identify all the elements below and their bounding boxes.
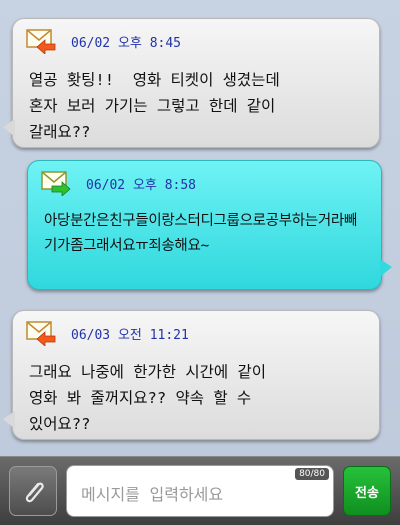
paperclip-icon — [25, 482, 44, 503]
message-text: 열공 홧팅!! 영화 티켓이 생겼는데 혼자 보러 가기는 그렇고 한데 같이 … — [29, 71, 280, 141]
message-text: 그래요 나중에 한가한 시간에 같이 영화 봐 줄꺼지요?? 약속 할 수 있어… — [29, 363, 266, 433]
message-meta: 06/02 오후 8:58 — [40, 171, 197, 196]
message-input[interactable]: 메시지를 입력하세요 80/80 — [66, 465, 334, 517]
message-time: 06/02 오후 8:45 — [71, 35, 182, 51]
message-composer: 메시지를 입력하세요 80/80 전송 — [0, 456, 400, 525]
message-time: 06/02 오후 8:58 — [86, 177, 197, 193]
received-message-bubble[interactable]: 06/03 오전 11:21 그래요 나중에 한가한 시간에 같이 영화 봐 줄… — [3, 310, 380, 440]
message-text: 아당분간은친구들이랑스터디그룹으로공부하는거라빼기가좀그래서요ㅠ죄송해요~ — [44, 213, 357, 254]
envelope-arrow-left-icon — [26, 29, 56, 54]
message-meta: 06/02 오후 8:45 — [25, 29, 182, 54]
message-time: 06/03 오전 11:21 — [71, 327, 189, 343]
sent-message-bubble[interactable]: 06/02 오후 8:58 아당분간은친구들이랑스터디그룹으로공부하는거라빼기가… — [27, 160, 392, 290]
message-meta: 06/03 오전 11:21 — [25, 321, 189, 346]
envelope-arrow-right-icon — [41, 171, 71, 196]
envelope-arrow-left-icon — [26, 321, 56, 346]
message-thread[interactable]: 06/02 오후 8:45 열공 홧팅!! 영화 티켓이 생겼는데 혼자 보러 … — [0, 0, 400, 456]
attach-button[interactable] — [9, 466, 57, 516]
send-button[interactable]: 전송 — [343, 466, 391, 516]
bubble-tail — [380, 259, 392, 277]
bubble-tail — [3, 411, 15, 429]
bubble-tail — [3, 119, 15, 137]
message-input-placeholder: 메시지를 입력하세요 — [81, 485, 224, 504]
received-message-bubble[interactable]: 06/02 오후 8:45 열공 홧팅!! 영화 티켓이 생겼는데 혼자 보러 … — [3, 18, 380, 148]
character-counter: 80/80 — [295, 468, 329, 480]
